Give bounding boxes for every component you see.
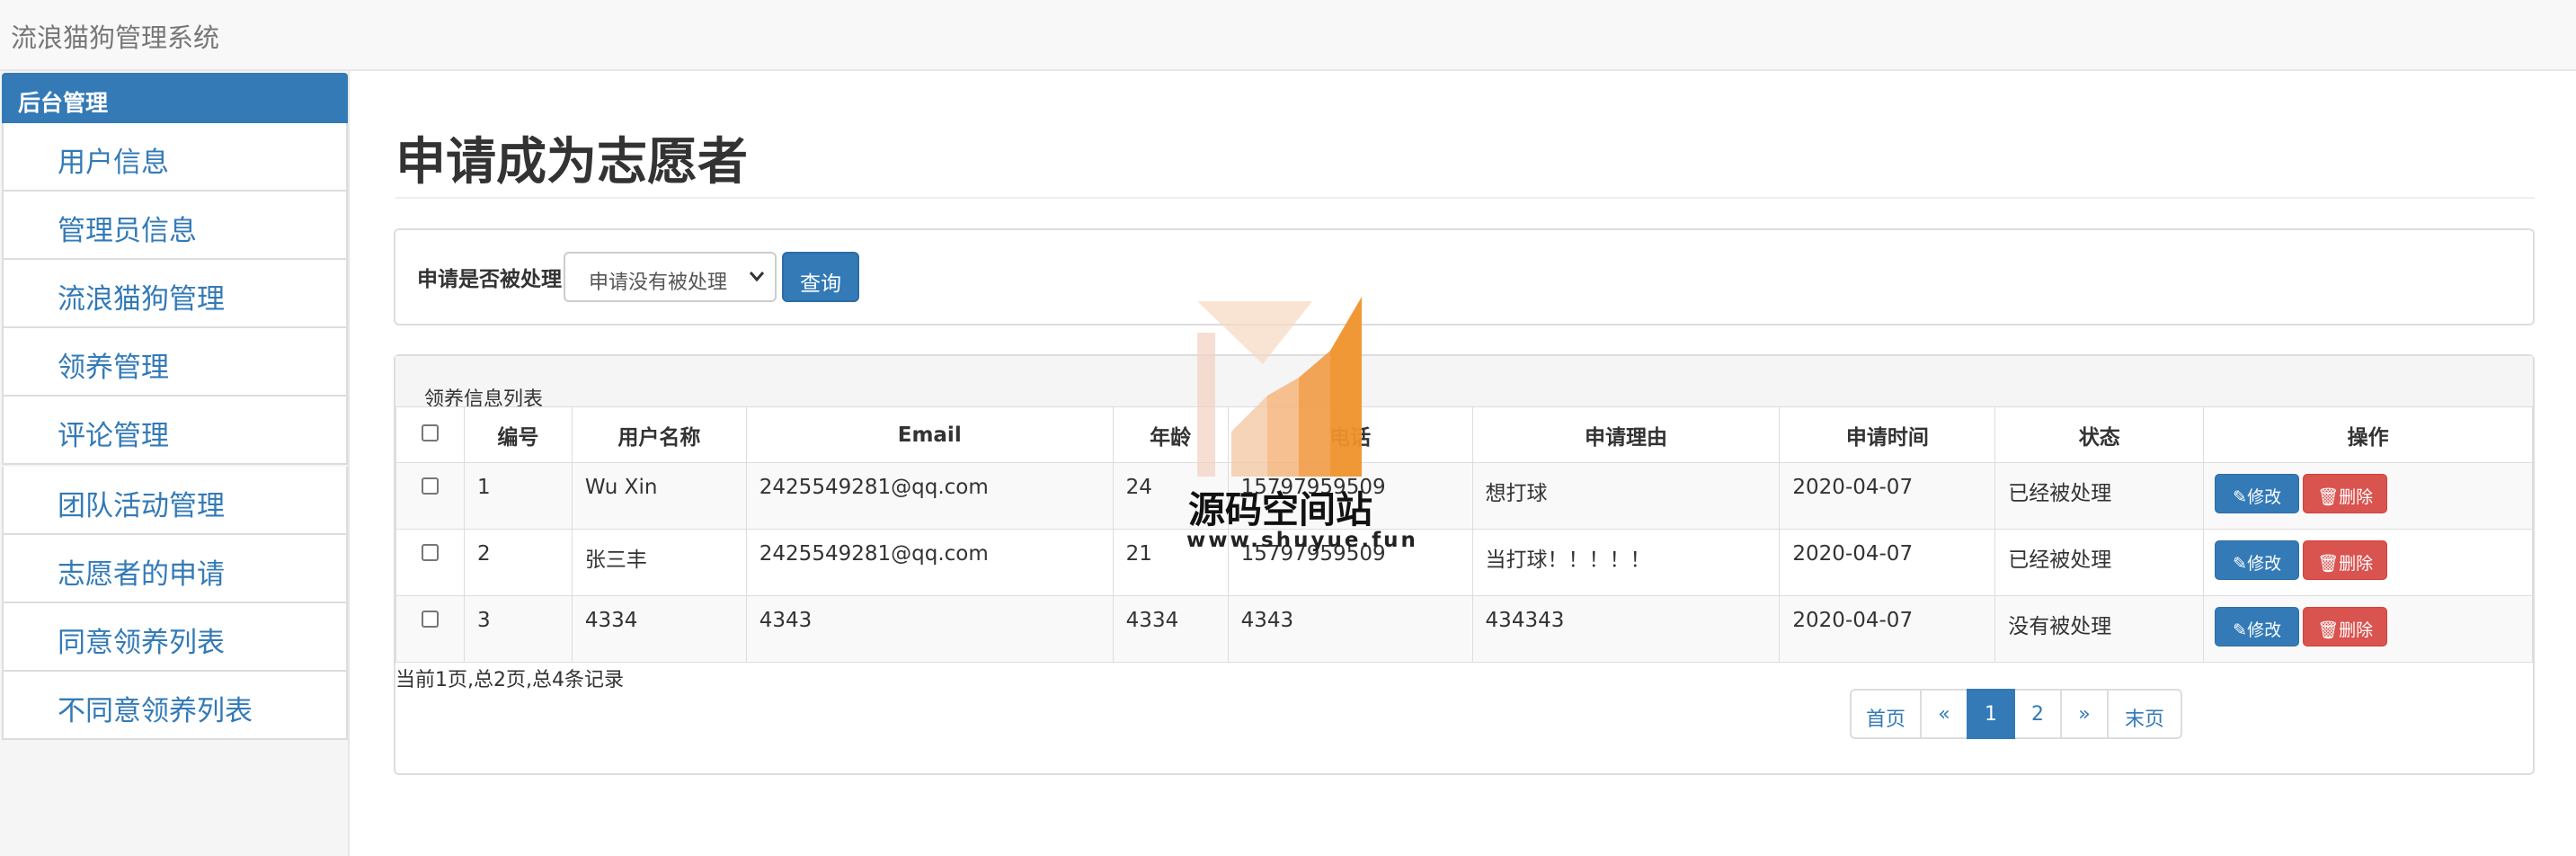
edit-button-label: 修改 — [2247, 554, 2282, 574]
table-row: 1 Wu Xin 2425549281@qq.com 24 1579795950… — [395, 462, 2533, 530]
pagination-next[interactable]: » — [2060, 689, 2109, 739]
delete-button-label: 删除 — [2339, 554, 2374, 574]
column-header[interactable]: 状态 — [1994, 406, 2205, 463]
cell-status: 已经被处理 — [1994, 462, 2205, 530]
row-select-cell — [395, 529, 465, 596]
title-divider — [395, 197, 2535, 199]
pagination-prev[interactable]: « — [1920, 689, 1968, 739]
sidebar: 后台管理 用户信息 管理员信息 流浪猫狗管理 领养管理 评论管理 团队活动管理 … — [0, 71, 350, 856]
table-row: 3 4334 4343 4334 4343 434343 2020-04-07 … — [395, 595, 2533, 663]
sidebar-item-rejected-adoptions[interactable]: 不同意领养列表 — [2, 672, 348, 740]
cell-id: 1 — [463, 462, 573, 530]
status-select[interactable]: 申请没有被处理 — [564, 252, 777, 302]
delete-button-label: 删除 — [2339, 487, 2374, 507]
edit-button-label: 修改 — [2247, 620, 2282, 640]
delete-button-label: 删除 — [2339, 620, 2374, 640]
chevron-down-icon — [748, 266, 766, 291]
status-select-value: 申请没有被处理 — [589, 272, 728, 294]
cell-time: 2020-04-07 — [1779, 595, 1996, 663]
column-header[interactable]: 申请时间 — [1779, 406, 1996, 463]
column-header[interactable]: 用户名称 — [571, 406, 747, 463]
row-checkbox[interactable] — [421, 477, 439, 495]
edit-button-label: 修改 — [2247, 487, 2282, 507]
trash-icon: 🗑 — [2317, 487, 2340, 507]
edit-button[interactable]: ✎修改 — [2215, 540, 2300, 580]
pencil-icon: ✎ — [2233, 487, 2248, 507]
row-select-cell — [395, 462, 465, 530]
sidebar-header: 后台管理 — [2, 73, 348, 123]
watermark-url: www.shuyue.fun — [1186, 529, 1418, 552]
edit-button[interactable]: ✎修改 — [2215, 474, 2300, 513]
cell-name: 4334 — [571, 595, 747, 663]
app-title[interactable]: 流浪猫狗管理系统 — [11, 17, 219, 55]
query-button[interactable]: 查询 — [782, 252, 859, 302]
column-header[interactable]: Email — [745, 406, 1114, 463]
select-all-cell — [395, 406, 465, 463]
row-select-cell — [395, 595, 465, 663]
sidebar-item-stray-animals[interactable]: 流浪猫狗管理 — [2, 260, 348, 328]
delete-button[interactable]: 🗑删除 — [2303, 607, 2388, 646]
cell-email: 2425549281@qq.com — [745, 529, 1114, 596]
row-checkbox[interactable] — [421, 611, 439, 628]
cell-email: 4343 — [745, 595, 1114, 663]
cell-time: 2020-04-07 — [1779, 529, 1996, 596]
cell-age: 4334 — [1112, 595, 1229, 663]
cell-actions: ✎修改 🗑删除 — [2203, 595, 2533, 663]
edit-button[interactable]: ✎修改 — [2215, 607, 2300, 646]
cell-phone: 4343 — [1227, 595, 1473, 663]
select-all-checkbox[interactable] — [421, 424, 439, 441]
pencil-icon: ✎ — [2233, 620, 2248, 640]
cell-name: 张三丰 — [571, 529, 747, 596]
cell-id: 3 — [463, 595, 573, 663]
cell-reason: 想打球 — [1471, 462, 1781, 530]
row-checkbox[interactable] — [421, 544, 439, 561]
delete-button[interactable]: 🗑删除 — [2303, 474, 2388, 513]
sidebar-item-volunteer-applications[interactable]: 志愿者的申请 — [2, 535, 348, 603]
cell-reason: 当打球！！！！！ — [1471, 529, 1781, 596]
pagination-page-current[interactable]: 1 — [1967, 689, 2015, 739]
top-navbar: 流浪猫狗管理系统 — [0, 0, 2576, 71]
cell-actions: ✎修改 🗑删除 — [2203, 462, 2533, 530]
filter-label: 申请是否被处理 — [417, 268, 562, 291]
pagination-page[interactable]: 2 — [2013, 689, 2062, 739]
pencil-icon: ✎ — [2233, 554, 2248, 574]
cell-email: 2425549281@qq.com — [745, 462, 1114, 530]
cell-status: 没有被处理 — [1994, 595, 2205, 663]
sidebar-item-comments[interactable]: 评论管理 — [2, 397, 348, 465]
list-panel-heading — [395, 356, 2533, 408]
watermark-name: 源码空间站 — [1188, 488, 1372, 531]
sidebar-item-approved-adoptions[interactable]: 同意领养列表 — [2, 603, 348, 672]
sidebar-item-admin-info[interactable]: 管理员信息 — [2, 192, 348, 260]
cell-time: 2020-04-07 — [1779, 462, 1996, 530]
cell-actions: ✎修改 🗑删除 — [2203, 529, 2533, 596]
page-summary: 当前1页,总2页,总4条记录 — [395, 669, 624, 691]
table-header-row: 编号 用户名称 Email 年龄 电话 申请理由 申请时间 状态 操作 — [395, 406, 2533, 463]
column-header[interactable]: 申请理由 — [1471, 406, 1781, 463]
delete-button[interactable]: 🗑删除 — [2303, 540, 2388, 580]
table-row: 2 张三丰 2425549281@qq.com 21 15797959509 当… — [395, 529, 2533, 596]
trash-icon: 🗑 — [2317, 620, 2340, 640]
column-header[interactable]: 编号 — [463, 406, 573, 463]
sidebar-item-adoption[interactable]: 领养管理 — [2, 328, 348, 397]
pagination-last[interactable]: 末页 — [2107, 689, 2182, 739]
pagination-first[interactable]: 首页 — [1850, 689, 1922, 739]
sidebar-item-user-info[interactable]: 用户信息 — [2, 123, 348, 192]
cell-name: Wu Xin — [571, 462, 747, 530]
sidebar-item-team-activities[interactable]: 团队活动管理 — [2, 467, 348, 535]
cell-id: 2 — [463, 529, 573, 596]
column-header[interactable]: 操作 — [2203, 406, 2533, 463]
page-title: 申请成为志愿者 — [395, 133, 748, 192]
trash-icon: 🗑 — [2317, 554, 2340, 574]
applications-table: 编号 用户名称 Email 年龄 电话 申请理由 申请时间 状态 操作 1 Wu… — [395, 406, 2533, 663]
cell-status: 已经被处理 — [1994, 529, 2205, 596]
cell-reason: 434343 — [1471, 595, 1781, 663]
pagination: 首页 « 1 2 » 末页 — [1850, 689, 2182, 739]
